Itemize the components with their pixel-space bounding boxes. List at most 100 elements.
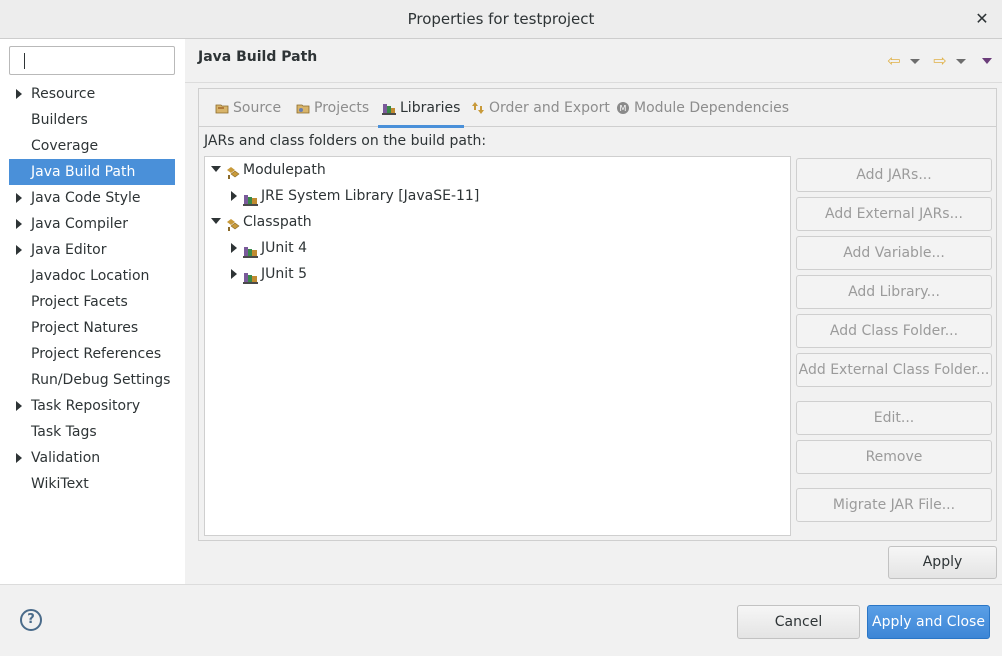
- sidebar-item-label: Builders: [31, 112, 88, 128]
- sidebar-item-java-build-path[interactable]: Java Build Path: [9, 159, 175, 185]
- apply-and-close-button[interactable]: Apply and Close: [867, 605, 990, 639]
- collapse-icon[interactable]: [211, 218, 221, 224]
- migrate-jar-file-button[interactable]: Migrate JAR File...: [796, 488, 992, 522]
- tab-bar: Source Projects Libraries Order and Expo…: [199, 89, 996, 128]
- tree-node-junit-5[interactable]: JUnit 5: [229, 261, 779, 287]
- sidebar-item-java-code-style[interactable]: Java Code Style: [9, 185, 175, 211]
- tab-label: Order and Export: [489, 100, 610, 116]
- tab-module-dependencies[interactable]: M Module Dependencies: [616, 89, 789, 127]
- add-external-jars-button[interactable]: Add External JARs...: [796, 197, 992, 231]
- sidebar-item-task-tags[interactable]: Task Tags: [9, 419, 175, 445]
- tree-node-label: Modulepath: [243, 162, 326, 178]
- module-icon: M: [616, 101, 630, 115]
- sidebar-item-java-compiler[interactable]: Java Compiler: [9, 211, 175, 237]
- sidebar-item-label: Coverage: [31, 138, 99, 154]
- library-icon: [243, 189, 259, 206]
- tree-node-junit-4[interactable]: JUnit 4: [229, 235, 779, 261]
- sidebar-item-project-references[interactable]: Project References: [9, 341, 175, 367]
- sidebar-item-label: Project Facets: [31, 294, 128, 310]
- tree-node-jre-system-library[interactable]: JRE System Library [JavaSE-11]: [229, 183, 779, 209]
- classpath-icon: [225, 215, 241, 231]
- sidebar-item-validation[interactable]: Validation: [9, 445, 175, 471]
- sidebar-item-label: Project Natures: [31, 320, 139, 336]
- sidebar-item-project-natures[interactable]: Project Natures: [9, 315, 175, 341]
- view-menu-icon[interactable]: [982, 58, 992, 64]
- add-class-folder-button[interactable]: Add Class Folder...: [796, 314, 992, 348]
- close-icon[interactable]: ✕: [972, 8, 992, 30]
- expand-icon[interactable]: [231, 269, 237, 279]
- sidebar-item-project-facets[interactable]: Project Facets: [9, 289, 175, 315]
- tab-order-and-export[interactable]: Order and Export: [471, 89, 610, 127]
- sidebar-item-label: Validation: [31, 450, 101, 466]
- expand-icon[interactable]: [16, 453, 22, 463]
- apply-button[interactable]: Apply: [888, 546, 997, 579]
- add-library-button[interactable]: Add Library...: [796, 275, 992, 309]
- sidebar-item-wikitext[interactable]: WikiText: [9, 471, 175, 497]
- sidebar-item-label: Task Tags: [31, 424, 97, 440]
- order-export-icon: [471, 101, 485, 115]
- forward-arrow-icon[interactable]: ⇨: [930, 51, 950, 71]
- library-icon: [243, 267, 259, 284]
- sidebar-item-builders[interactable]: Builders: [9, 107, 175, 133]
- help-icon[interactable]: ?: [20, 609, 42, 631]
- sidebar-item-label: WikiText: [31, 476, 89, 492]
- add-external-class-folder-button[interactable]: Add External Class Folder...: [796, 353, 992, 387]
- sidebar-item-label: Java Compiler: [31, 216, 129, 232]
- tab-libraries[interactable]: Libraries: [377, 89, 465, 128]
- expand-icon[interactable]: [16, 219, 22, 229]
- dropdown-icon[interactable]: [910, 58, 920, 64]
- add-jars-button[interactable]: Add JARs...: [796, 158, 992, 192]
- text-cursor: [24, 53, 25, 69]
- build-path-tree[interactable]: Modulepath JRE System Library [JavaSE-11…: [204, 156, 791, 536]
- expand-icon[interactable]: [231, 191, 237, 201]
- sidebar-item-run-debug-settings[interactable]: Run/Debug Settings: [9, 367, 175, 393]
- source-folder-icon: [215, 101, 229, 115]
- sidebar-item-label: Resource: [31, 86, 96, 102]
- sidebar-item-label: Task Repository: [31, 398, 141, 414]
- sidebar-item-javadoc-location[interactable]: Javadoc Location: [9, 263, 175, 289]
- back-arrow-icon[interactable]: ⇦: [884, 51, 904, 71]
- tab-source[interactable]: Source: [215, 89, 281, 127]
- remove-button[interactable]: Remove: [796, 440, 992, 474]
- tree-node-modulepath[interactable]: Modulepath: [211, 157, 781, 183]
- collapse-icon[interactable]: [211, 166, 221, 172]
- modulepath-icon: [225, 163, 241, 179]
- sidebar-item-java-editor[interactable]: Java Editor: [9, 237, 175, 263]
- tab-label: Projects: [314, 100, 370, 116]
- tree-node-label: JUnit 5: [261, 266, 307, 282]
- svg-text:M: M: [620, 104, 627, 113]
- tab-projects[interactable]: Projects: [296, 89, 369, 127]
- add-variable-button[interactable]: Add Variable...: [796, 236, 992, 270]
- dialog-footer: ? Cancel Apply and Close: [0, 584, 1002, 656]
- tree-node-classpath[interactable]: Classpath: [211, 209, 781, 235]
- build-path-panel: Source Projects Libraries Order and Expo…: [198, 88, 997, 541]
- libraries-description: JARs and class folders on the build path…: [204, 133, 487, 149]
- expand-icon[interactable]: [16, 89, 22, 99]
- sidebar-item-label: Javadoc Location: [31, 268, 150, 284]
- sidebar-item-label: Run/Debug Settings: [31, 372, 171, 388]
- filter-input[interactable]: [9, 46, 175, 75]
- expand-icon[interactable]: [16, 245, 22, 255]
- sidebar-item-coverage[interactable]: Coverage: [9, 133, 175, 159]
- sidebar: Resource Builders Coverage Java Build Pa…: [0, 39, 185, 584]
- cancel-button[interactable]: Cancel: [737, 605, 860, 639]
- title-bar: Properties for testproject ✕: [0, 0, 1002, 39]
- expand-icon[interactable]: [231, 243, 237, 253]
- sidebar-item-resource[interactable]: Resource: [9, 81, 175, 107]
- divider: [185, 82, 1002, 83]
- property-page-list: Resource Builders Coverage Java Build Pa…: [9, 81, 175, 497]
- sidebar-item-label: Java Build Path: [31, 164, 136, 180]
- sidebar-item-label: Project References: [31, 346, 162, 362]
- edit-button[interactable]: Edit...: [796, 401, 992, 435]
- tree-node-label: Classpath: [243, 214, 312, 230]
- dropdown-icon[interactable]: [956, 58, 966, 64]
- expand-icon[interactable]: [16, 401, 22, 411]
- sidebar-item-label: Java Code Style: [31, 190, 141, 206]
- projects-icon: [296, 101, 310, 115]
- page-navigation: ⇦ ⇨: [884, 51, 992, 71]
- tree-node-label: JUnit 4: [261, 240, 307, 256]
- tree-node-label: JRE System Library [JavaSE-11]: [261, 188, 480, 204]
- expand-icon[interactable]: [16, 193, 22, 203]
- sidebar-item-task-repository[interactable]: Task Repository: [9, 393, 175, 419]
- tab-label: Source: [233, 100, 282, 116]
